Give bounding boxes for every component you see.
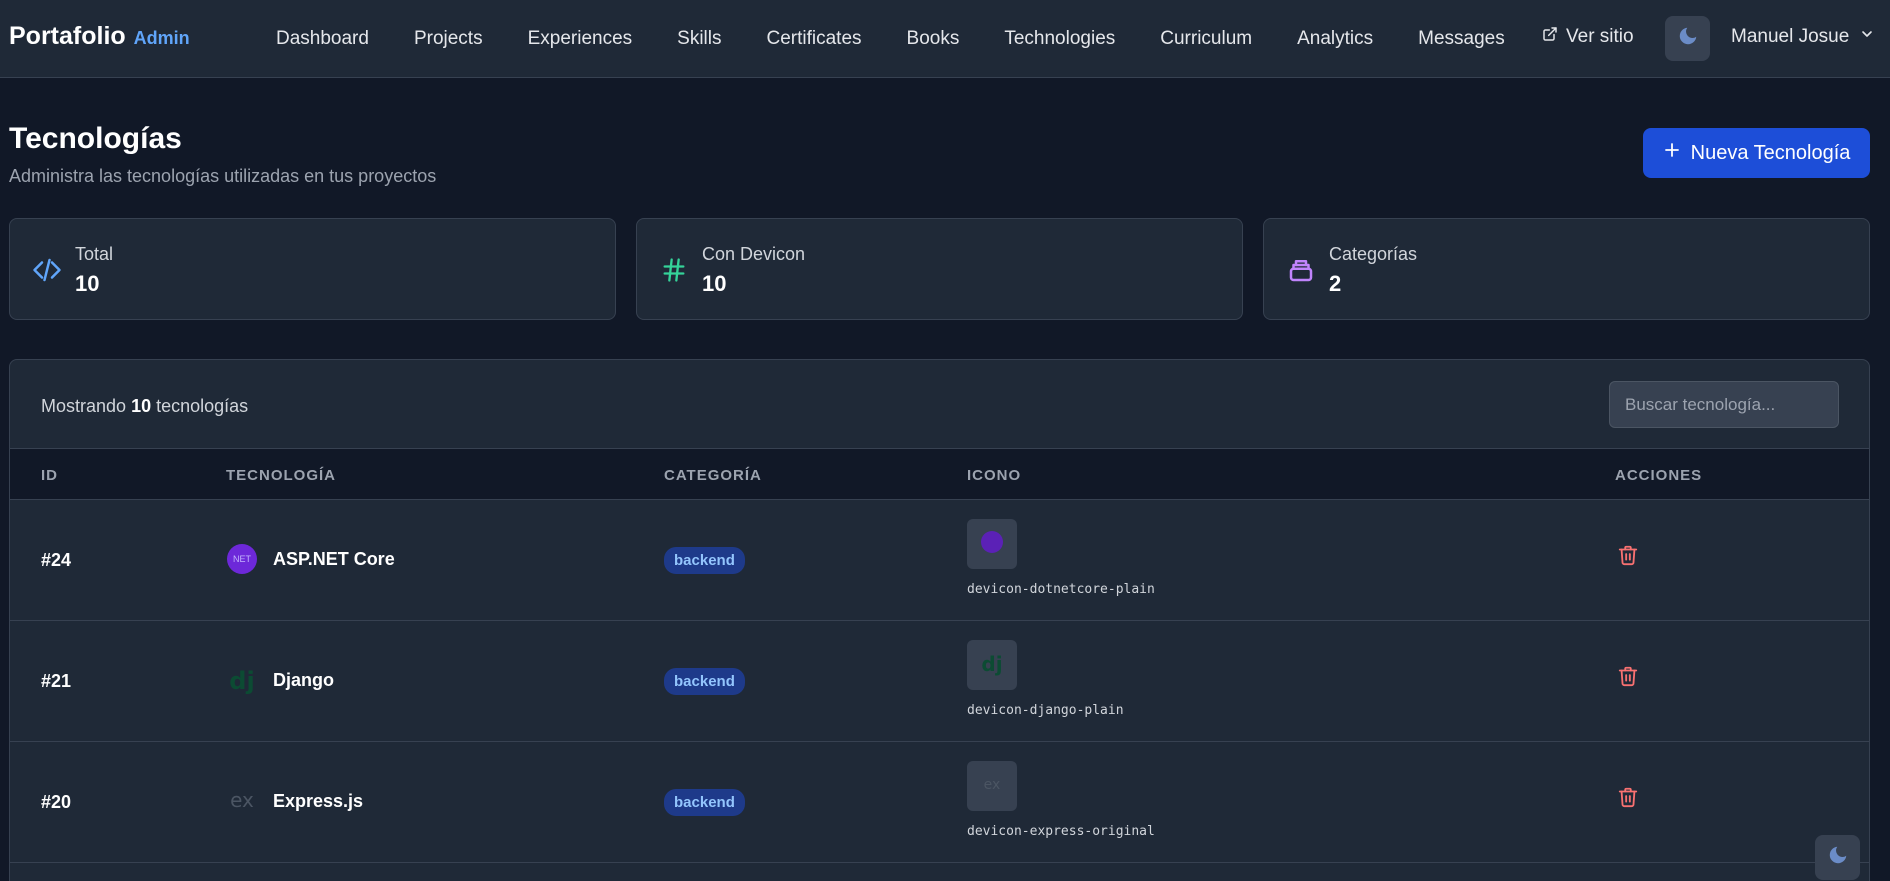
nav-link-skills[interactable]: Skills	[677, 28, 721, 50]
stat-card-devicon: Con Devicon 10	[636, 218, 1243, 320]
express-icon: ex	[978, 770, 1006, 803]
chevron-down-icon	[1859, 26, 1875, 48]
trash-icon	[1617, 786, 1639, 813]
nav-link-analytics[interactable]: Analytics	[1297, 28, 1373, 50]
brand-logo[interactable]: Portafolio Admin	[9, 22, 190, 51]
code-icon	[30, 253, 64, 287]
delete-button[interactable]	[1615, 544, 1641, 570]
new-technology-button[interactable]: Nueva Tecnología	[1643, 128, 1870, 178]
stat-value: 10	[702, 271, 727, 296]
results-prefix: Mostrando	[41, 396, 127, 416]
nav-link-curriculum[interactable]: Curriculum	[1160, 28, 1252, 50]
table-row: #20 ex Express.js backend ex devicon-exp…	[10, 742, 1869, 863]
stat-label: Categorías	[1329, 244, 1418, 264]
brand-name: Portafolio	[9, 22, 126, 50]
dotnet-icon: NET	[226, 543, 258, 575]
results-number: 10	[131, 396, 152, 416]
nav-links: Dashboard Projects Experiences Skills Ce…	[276, 0, 1550, 78]
django-icon: dj	[978, 649, 1006, 682]
icon-preview: dj	[967, 640, 1017, 690]
nav-link-certificates[interactable]: Certificates	[767, 28, 862, 50]
row-id: #20	[41, 792, 72, 812]
stat-card-categories: Categorías 2	[1263, 218, 1870, 320]
stat-card-total: Total 10	[9, 218, 616, 320]
trash-icon	[1617, 544, 1639, 571]
layers-icon	[1284, 253, 1318, 287]
column-header-category: CATEGORÍA	[664, 467, 762, 484]
delete-button[interactable]	[1615, 665, 1641, 691]
row-id: #24	[41, 550, 72, 570]
technology-name: Express.js	[273, 790, 364, 811]
floating-theme-toggle-button[interactable]	[1815, 835, 1860, 880]
express-icon: ex	[226, 785, 258, 817]
hashtag-icon	[657, 253, 691, 287]
icon-preview	[967, 519, 1017, 569]
dotnet-icon	[979, 529, 1005, 560]
technologies-table: Mostrando 10 tecnologías ID TECNOLOGÍA C…	[9, 359, 1870, 881]
nav-link-projects[interactable]: Projects	[414, 28, 483, 50]
nav-link-experiences[interactable]: Experiences	[528, 28, 633, 50]
new-technology-label: Nueva Tecnología	[1690, 141, 1851, 164]
user-menu[interactable]: Manuel Josue	[1731, 26, 1875, 48]
search-input[interactable]	[1609, 381, 1839, 428]
plus-icon	[1663, 141, 1681, 165]
brand-suffix: Admin	[133, 28, 190, 48]
category-badge: backend	[664, 547, 745, 574]
stat-value: 2	[1329, 271, 1342, 296]
row-id: #21	[41, 671, 72, 691]
technology-cell: NET ASP.NET Core	[226, 543, 395, 575]
theme-toggle-button[interactable]	[1665, 16, 1710, 61]
stat-value: 10	[75, 271, 100, 296]
svg-text:dj: dj	[229, 667, 254, 695]
results-count: Mostrando 10 tecnologías	[41, 396, 248, 417]
django-icon: dj	[226, 664, 258, 696]
table-row: #21 dj Django backend dj devicon-django-…	[10, 621, 1869, 742]
column-header-actions: ACCIONES	[1615, 467, 1703, 484]
moon-icon	[1677, 25, 1699, 52]
column-header-icon: ICONO	[967, 467, 1022, 484]
table-header: ID TECNOLOGÍA CATEGORÍA ICONO ACCIONES	[10, 449, 1869, 500]
table-toolbar: Mostrando 10 tecnologías	[10, 360, 1869, 449]
nav-link-books[interactable]: Books	[907, 28, 960, 50]
column-header-id: ID	[41, 467, 58, 484]
nav-link-messages[interactable]: Messages	[1418, 28, 1505, 50]
nav-link-technologies[interactable]: Technologies	[1004, 28, 1115, 50]
icon-class: devicon-dotnetcore-plain	[967, 582, 1155, 597]
view-site-label: Ver sitio	[1566, 26, 1634, 47]
moon-icon	[1827, 844, 1849, 871]
column-header-technology: TECNOLOGÍA	[226, 467, 336, 484]
category-badge: backend	[664, 668, 745, 695]
user-name: Manuel Josue	[1731, 26, 1850, 47]
svg-text:NET: NET	[233, 554, 252, 564]
technology-cell: dj Django	[226, 664, 334, 696]
top-navbar: Portafolio Admin Dashboard Projects Expe…	[0, 0, 1890, 78]
stat-label: Total	[75, 244, 114, 264]
category-badge: backend	[664, 789, 745, 816]
technology-name: ASP.NET Core	[273, 548, 395, 569]
stat-label: Con Devicon	[702, 244, 806, 264]
icon-class: devicon-express-original	[967, 824, 1155, 839]
trash-icon	[1617, 665, 1639, 692]
svg-text:ex: ex	[230, 788, 254, 812]
technology-name: Django	[273, 669, 334, 690]
technology-cell: ex Express.js	[226, 785, 363, 817]
delete-button[interactable]	[1615, 786, 1641, 812]
svg-text:ex: ex	[984, 777, 1001, 793]
icon-class: devicon-django-plain	[967, 703, 1124, 718]
results-suffix: tecnologías	[156, 396, 249, 416]
page-title: Tecnologías	[9, 122, 182, 155]
view-site-link[interactable]: Ver sitio	[1542, 26, 1634, 48]
svg-text:dj: dj	[981, 652, 1002, 676]
icon-preview: ex	[967, 761, 1017, 811]
nav-link-dashboard[interactable]: Dashboard	[276, 28, 369, 50]
page-subtitle: Administra las tecnologías utilizadas en…	[9, 166, 437, 186]
external-link-icon	[1542, 26, 1558, 48]
table-row: #24 NET ASP.NET Core backend devicon-dot…	[10, 500, 1869, 621]
